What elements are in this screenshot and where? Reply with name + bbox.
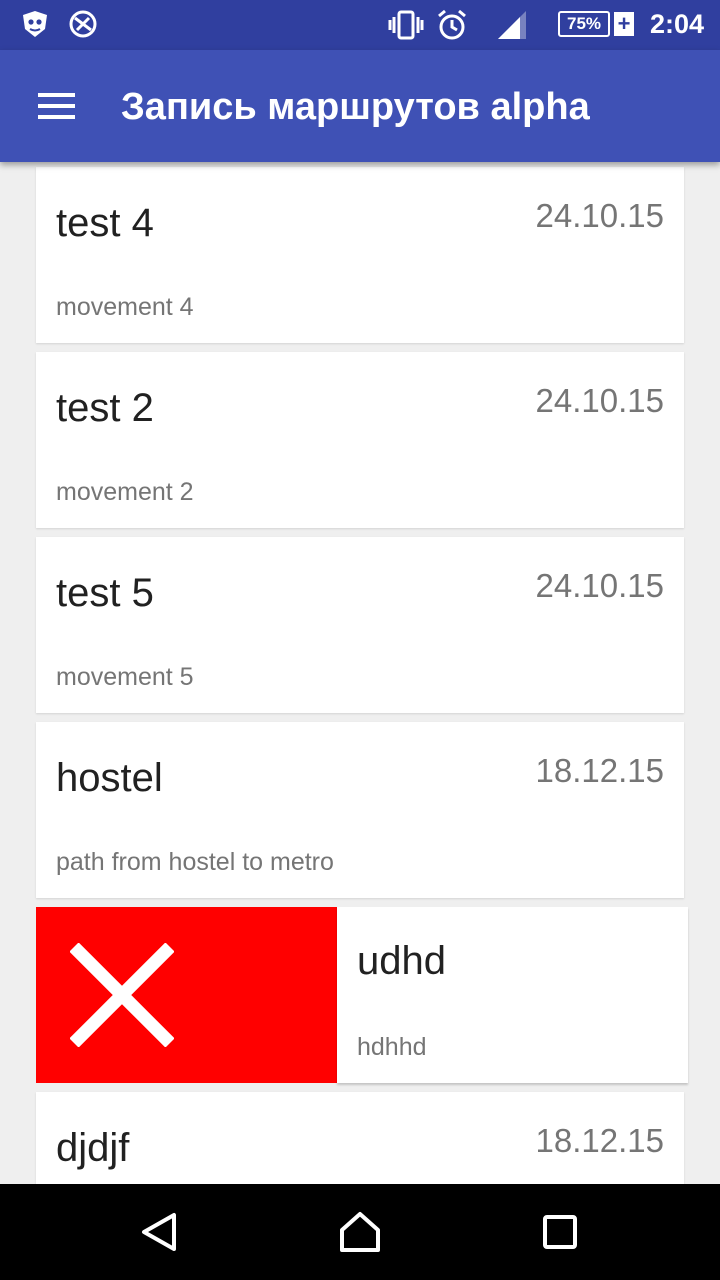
app-title: Запись маршрутов alpha bbox=[121, 86, 590, 128]
swiped-route-row[interactable]: udhd hdhhd bbox=[36, 907, 688, 1083]
no-location-icon bbox=[68, 9, 98, 44]
menu-button[interactable] bbox=[28, 83, 84, 129]
route-description: movement 4 bbox=[56, 293, 194, 321]
route-description: hdhhd bbox=[357, 1033, 427, 1061]
route-card[interactable]: test 2 24.10.15 movement 2 bbox=[36, 352, 684, 528]
delete-swipe-button[interactable] bbox=[36, 907, 337, 1083]
battery-icon: 75% bbox=[558, 11, 610, 37]
route-description: movement 5 bbox=[56, 663, 194, 691]
hamburger-menu-icon bbox=[38, 93, 75, 97]
back-icon bbox=[142, 1213, 176, 1251]
recents-button[interactable] bbox=[536, 1208, 584, 1256]
delete-x-icon bbox=[70, 943, 174, 1047]
route-title: test 2 bbox=[56, 386, 154, 430]
route-description: movement 2 bbox=[56, 478, 194, 506]
route-description: path from hostel to metro bbox=[56, 848, 334, 876]
route-card[interactable]: djdjf 18.12.15 bbox=[36, 1092, 684, 1184]
recents-icon bbox=[543, 1215, 577, 1249]
signal-icon bbox=[496, 9, 528, 46]
route-title: djdjf bbox=[56, 1126, 130, 1170]
clock: 2:04 bbox=[649, 9, 704, 39]
route-card[interactable]: test 5 24.10.15 movement 5 bbox=[36, 537, 684, 713]
route-card[interactable]: test 4 24.10.15 movement 4 bbox=[36, 167, 684, 343]
status-bar: 75% + 2:04 bbox=[0, 0, 720, 50]
vibrate-icon bbox=[388, 9, 424, 46]
alarm-icon bbox=[436, 9, 468, 46]
route-card[interactable]: udhd hdhhd bbox=[337, 907, 688, 1083]
route-date: 24.10.15 bbox=[535, 197, 664, 234]
routes-list[interactable]: test 4 24.10.15 movement 4 test 2 24.10.… bbox=[0, 162, 720, 1184]
app-bar: Запись маршрутов alpha bbox=[0, 50, 720, 162]
back-button[interactable] bbox=[136, 1208, 184, 1256]
navigation-bar bbox=[0, 1184, 720, 1280]
route-date: 18.12.15 bbox=[535, 752, 664, 789]
home-icon bbox=[340, 1212, 380, 1252]
home-button[interactable] bbox=[336, 1208, 384, 1256]
route-title: udhd bbox=[357, 939, 446, 983]
route-card[interactable]: hostel 18.12.15 path from hostel to metr… bbox=[36, 722, 684, 898]
battery-charging-icon: + bbox=[614, 12, 634, 36]
route-date: 24.10.15 bbox=[535, 382, 664, 419]
route-title: test 5 bbox=[56, 571, 154, 615]
route-title: hostel bbox=[56, 756, 163, 800]
route-date: 24.10.15 bbox=[535, 567, 664, 604]
shield-app-icon bbox=[20, 9, 50, 44]
route-title: test 4 bbox=[56, 201, 154, 245]
route-date: 18.12.15 bbox=[535, 1122, 664, 1159]
